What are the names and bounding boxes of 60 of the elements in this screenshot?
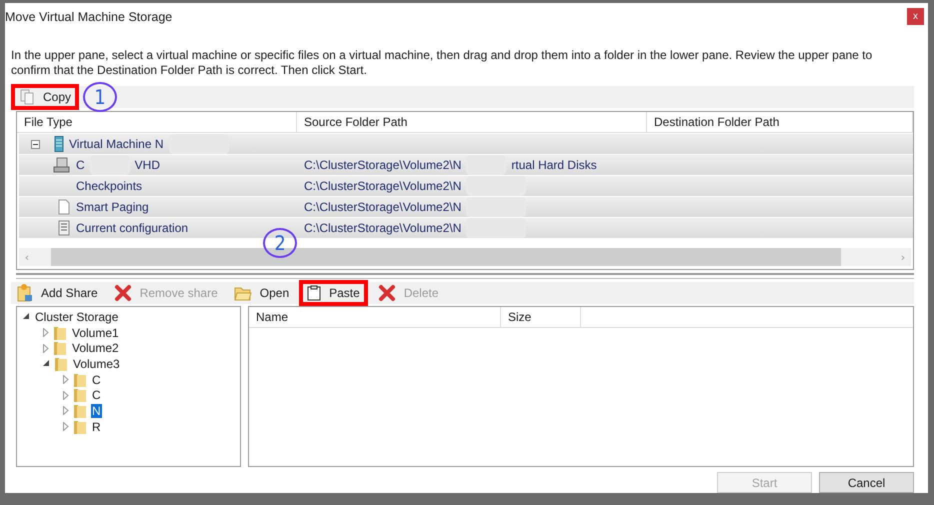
config-file-icon	[57, 220, 71, 236]
dialog-button[interactable]: Cancel	[819, 472, 914, 493]
collapsed-arrow-icon[interactable]	[63, 422, 69, 432]
cell-text: Checkpoints	[76, 179, 142, 193]
instructions-text: In the upper pane, select a virtual machine or specific files on a virtual machine, then drag and drop them into a folder in the lower pane. Review the upper pane to confirm that the Destination Folder Path is correct. Then click Start.	[11, 48, 874, 78]
tree-item[interactable]: Cluster Storage	[34, 310, 120, 324]
close-button[interactable]: x	[907, 8, 924, 25]
folder-icon	[73, 372, 87, 388]
folder-icon	[73, 418, 87, 435]
collapsed-arrow-icon[interactable]	[63, 375, 69, 384]
folder-icon	[73, 402, 87, 419]
tree-item[interactable]: C	[91, 372, 102, 387]
column-header[interactable]: Source Folder Path	[297, 112, 647, 132]
table-row[interactable]: Smart Paging C:\ClusterStorage\Volume2\N	[19, 197, 913, 217]
step-number-callout: 1	[83, 82, 118, 112]
expanded-arrow-icon[interactable]	[23, 313, 30, 320]
cell-text: Current configuration	[76, 221, 188, 235]
folder-icon	[53, 340, 67, 356]
column-header[interactable]: File Type	[17, 112, 297, 132]
tree-item[interactable]: Volume2	[71, 341, 120, 356]
folder-icon	[73, 387, 87, 404]
table-row[interactable]: Checkpoints C:\ClusterStorage\Volume2\N	[19, 176, 913, 196]
column-header[interactable]: Size	[501, 307, 581, 327]
tree-item[interactable]: Volume1	[71, 326, 120, 340]
step-number-callout: 2	[263, 228, 298, 258]
column-header[interactable]: Destination Folder Path	[647, 112, 913, 132]
clipboard-icon	[307, 285, 322, 301]
window-title: Move Virtual Machine Storage	[5, 10, 172, 24]
table-row[interactable]: C VHD C:\ClusterStorage\Volume2\N rtual Hard Disks	[19, 155, 913, 175]
cell-text: VHD	[134, 158, 160, 172]
cell-text: C	[76, 158, 85, 172]
expanded-arrow-icon[interactable]	[43, 360, 50, 368]
collapse-toggle-icon[interactable]	[31, 140, 40, 148]
hard-disk-icon	[53, 157, 71, 173]
cell-text: Virtual Machine N	[69, 137, 164, 151]
copy-icon	[19, 89, 35, 105]
toolbar-button[interactable]: Add Share	[11, 282, 104, 304]
cell-text: Smart Paging	[76, 200, 149, 214]
share-icon	[17, 284, 33, 302]
delete-icon	[378, 284, 396, 302]
column-header[interactable]: Name	[249, 307, 501, 327]
folder-icon	[54, 356, 68, 372]
collapsed-arrow-icon[interactable]	[63, 390, 69, 400]
table-row[interactable]: Virtual Machine N	[19, 134, 913, 154]
cell-text: C:\ClusterStorage\Volume2\N	[304, 179, 462, 193]
delete-icon	[114, 284, 132, 302]
folder-icon	[53, 324, 67, 341]
page-icon	[57, 199, 71, 215]
tree-item[interactable]: N	[91, 404, 102, 418]
collapsed-arrow-icon[interactable]	[63, 406, 69, 416]
tree-item[interactable]: C	[91, 388, 102, 402]
tree-item[interactable]: R	[91, 420, 102, 434]
cell-text: rtual Hard Disks	[511, 158, 597, 172]
cell-text: C:\ClusterStorage\Volume2\N	[304, 158, 462, 172]
collapsed-arrow-icon[interactable]	[43, 344, 49, 353]
server-icon	[54, 136, 64, 152]
folder-icon	[234, 285, 252, 301]
collapsed-arrow-icon[interactable]	[43, 328, 49, 338]
cell-text: C:\ClusterStorage\Volume2\N	[304, 200, 462, 214]
tree-item[interactable]: Volume3	[72, 356, 121, 371]
